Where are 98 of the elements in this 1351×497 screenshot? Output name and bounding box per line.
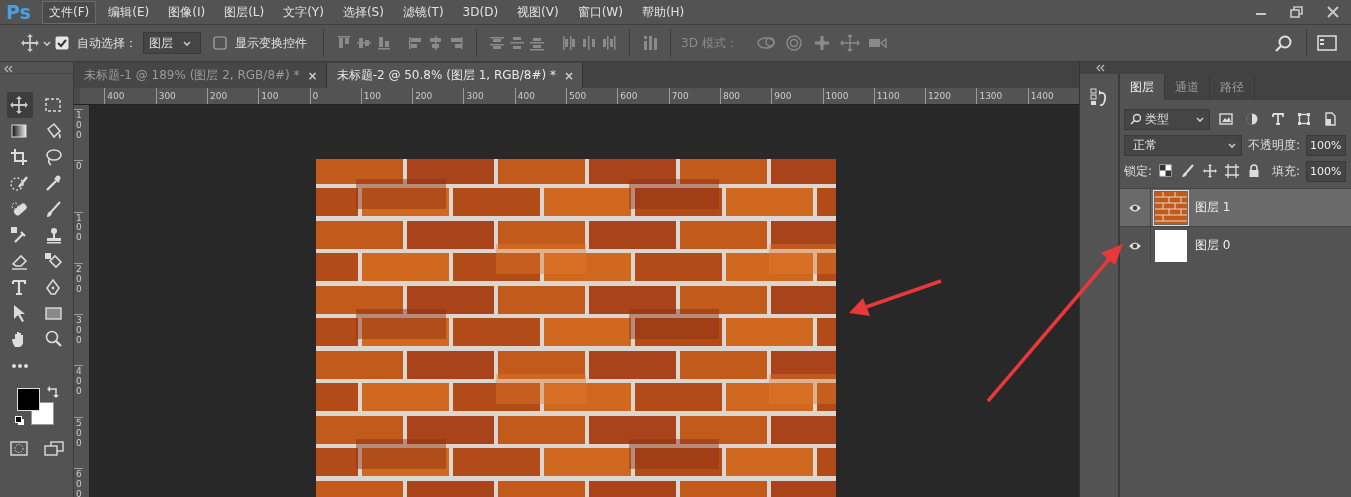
document-tab[interactable]: 未标题-1 @ 189% (图层 2, RGB/8#) * × bbox=[74, 63, 327, 88]
chevron-down-icon bbox=[1228, 141, 1236, 149]
pattern-bucket-icon[interactable] bbox=[43, 252, 64, 270]
layer-row[interactable]: 图层 0 bbox=[1120, 226, 1351, 264]
layer-row[interactable]: 图层 1 bbox=[1120, 188, 1351, 226]
panel-tab[interactable]: 路径 bbox=[1210, 74, 1255, 100]
menu-item[interactable]: 文字(Y) bbox=[276, 0, 331, 24]
history-icon[interactable] bbox=[1090, 88, 1108, 106]
ruler-label: 1200 bbox=[925, 88, 977, 104]
brush-icon[interactable] bbox=[1181, 164, 1196, 178]
chevron-down-icon[interactable] bbox=[43, 39, 51, 47]
menu-item[interactable]: 选择(S) bbox=[335, 0, 391, 24]
ruler-label: 300 bbox=[74, 314, 83, 366]
swap-arrows-icon[interactable] bbox=[46, 386, 59, 398]
panel-tab[interactable]: 通道 bbox=[1165, 74, 1210, 100]
blend-mode-dropdown[interactable]: 正常 bbox=[1124, 134, 1242, 156]
filter-kind-dropdown[interactable]: 类型 bbox=[1124, 108, 1210, 130]
ruler-label: 900 bbox=[771, 88, 823, 104]
ruler-label: 300 bbox=[463, 88, 515, 104]
move-icon[interactable] bbox=[1203, 164, 1218, 178]
artboard-icon[interactable] bbox=[1225, 164, 1240, 178]
ruler-label: 1400 bbox=[1027, 88, 1079, 104]
eraser-icon[interactable] bbox=[9, 252, 30, 270]
menu-item[interactable]: 图层(L) bbox=[217, 0, 272, 24]
ruler-label: 700 bbox=[668, 88, 720, 104]
ruler-label: 800 bbox=[719, 88, 772, 104]
ruler-label: 400 bbox=[104, 88, 156, 104]
ruler-label: 100 bbox=[258, 88, 310, 104]
ruler-label: 100 bbox=[74, 211, 83, 263]
ruler-label: 1300 bbox=[976, 88, 1028, 104]
tab-close-button[interactable]: × bbox=[564, 68, 575, 83]
lock-icon[interactable] bbox=[1247, 164, 1262, 178]
ruler-label: 400 bbox=[514, 88, 567, 104]
ruler-label: 100 bbox=[74, 109, 83, 161]
checked-checkbox[interactable] bbox=[55, 36, 69, 50]
smart-object-filter-icon[interactable] bbox=[1323, 112, 1337, 126]
menu-item[interactable]: 帮助(H) bbox=[634, 0, 692, 24]
ruler-label: 0 bbox=[74, 160, 83, 212]
crop-icon[interactable] bbox=[9, 148, 30, 166]
fill-label: 填充: bbox=[1272, 162, 1301, 180]
screen-mode-icon[interactable] bbox=[43, 440, 64, 457]
shape-filter-icon[interactable] bbox=[1297, 112, 1311, 126]
ruler-label: 0 bbox=[309, 88, 361, 104]
move-tool-icon[interactable] bbox=[21, 34, 39, 52]
rectangle-icon[interactable] bbox=[43, 304, 64, 322]
opacity-field[interactable]: 100% bbox=[1306, 134, 1346, 156]
quick-selection-icon[interactable] bbox=[9, 174, 30, 192]
ruler-label: 200 bbox=[412, 88, 464, 104]
gradient-icon[interactable] bbox=[9, 122, 30, 140]
menu-item[interactable]: 滤镜(T) bbox=[395, 0, 451, 24]
ruler-label: 400 bbox=[74, 365, 83, 417]
default-colors-icon[interactable] bbox=[14, 416, 25, 426]
chevron-down-icon bbox=[1196, 115, 1204, 123]
adjustment-filter-icon[interactable] bbox=[1245, 112, 1259, 126]
menu-item[interactable]: 编辑(E) bbox=[101, 0, 157, 24]
opacity-label: 不透明度: bbox=[1248, 136, 1301, 154]
type-filter-icon[interactable] bbox=[1271, 112, 1285, 126]
lasso-icon[interactable] bbox=[43, 148, 64, 166]
show-transform-controls-label: 显示变换控件 bbox=[235, 34, 307, 52]
menu-item[interactable]: 视图(V) bbox=[510, 0, 566, 24]
ruler-label: 200 bbox=[74, 262, 83, 315]
menu-item[interactable]: 图像(I) bbox=[161, 0, 213, 24]
lock-label: 锁定: bbox=[1124, 162, 1153, 180]
collapse-arrows-icon[interactable] bbox=[1095, 64, 1105, 72]
ruler-label: 600 bbox=[74, 468, 83, 497]
move-tool-icon bbox=[9, 96, 30, 114]
app-logo: Ps bbox=[6, 1, 32, 23]
checkbox[interactable] bbox=[213, 36, 227, 50]
workspace-panel-icon[interactable] bbox=[1317, 34, 1337, 52]
menu-item[interactable]: 窗口(W) bbox=[570, 0, 630, 24]
ruler-label: 600 bbox=[617, 88, 669, 104]
menu-item[interactable]: 3D(D) bbox=[455, 2, 506, 22]
healing-brush-icon[interactable] bbox=[9, 200, 30, 218]
tab-close-button[interactable]: × bbox=[307, 68, 318, 83]
ruler-label: 300 bbox=[155, 88, 207, 104]
ruler-label: 500 bbox=[74, 416, 83, 469]
move-tool-button[interactable] bbox=[6, 92, 33, 118]
zoom-icon[interactable] bbox=[43, 330, 64, 348]
auto-select-target-dropdown[interactable]: 图层 bbox=[143, 32, 201, 54]
ruler-label: 1000 bbox=[822, 88, 874, 104]
search-icon[interactable] bbox=[1275, 34, 1292, 52]
chevron-down-icon bbox=[183, 39, 191, 47]
ruler-label: 200 bbox=[206, 88, 259, 104]
collapse-arrows-icon[interactable] bbox=[4, 65, 13, 73]
quick-mask-icon[interactable] bbox=[9, 440, 28, 457]
ruler-label: 100 bbox=[360, 88, 413, 104]
auto-select-label: 自动选择： bbox=[77, 34, 137, 52]
ruler-label: 500 bbox=[566, 88, 618, 104]
marquee-icon[interactable] bbox=[43, 96, 64, 114]
search-icon bbox=[1130, 113, 1141, 125]
fill-field[interactable]: 100% bbox=[1306, 160, 1346, 182]
transparency-checker-icon[interactable] bbox=[1159, 164, 1174, 178]
color-swatches-icon[interactable] bbox=[16, 388, 54, 425]
document-tab[interactable]: 未标题-2 @ 50.8% (图层 1, RGB/8#) * × bbox=[326, 63, 584, 88]
image-filter-icon[interactable] bbox=[1219, 112, 1233, 126]
panel-tab[interactable]: 图层 bbox=[1120, 74, 1165, 100]
ruler-label: 1100 bbox=[873, 88, 926, 104]
menu-item[interactable]: 文件(F) bbox=[42, 0, 97, 24]
